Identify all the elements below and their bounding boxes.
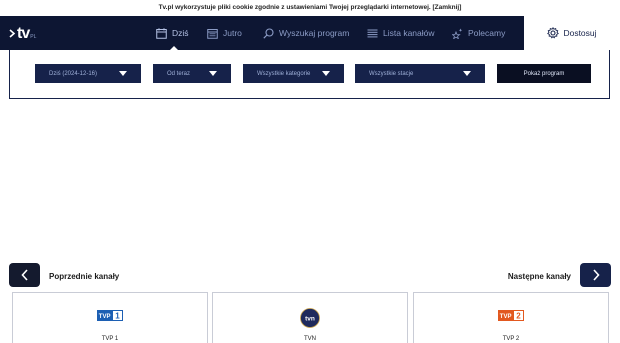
nav-today[interactable]: Dziś — [156, 16, 189, 50]
tvp1-logo-icon: TVP 1 — [97, 310, 123, 321]
category-select[interactable]: Wszystkie kategorie — [243, 64, 344, 83]
nav-search-program[interactable]: Wyszukaj program — [263, 16, 349, 50]
svg-text:2: 2 — [516, 312, 521, 321]
next-channels-button[interactable] — [580, 263, 611, 287]
calendar-icon — [156, 27, 167, 39]
station-select-value: Wszystkie stacje — [369, 70, 414, 77]
channel-name: TVP 1 — [101, 336, 119, 342]
nav-recommended[interactable]: Polecamy — [452, 16, 505, 50]
channel-name: TVN — [304, 336, 316, 342]
chevron-right-icon — [592, 269, 600, 281]
svg-text:tvn: tvn — [305, 315, 315, 322]
cookie-notice: Tv.pl wykorzystuje pliki cookie zgodnie … — [0, 0, 620, 16]
list-icon — [367, 29, 378, 37]
chevron-down-icon — [119, 71, 127, 76]
logo-text: tv — [17, 25, 30, 42]
day-select-value: Dziś (2024-12-16) — [49, 70, 98, 77]
search-icon — [263, 27, 274, 39]
cookie-message: Tv.pl wykorzystuje pliki cookie zgodnie … — [158, 4, 431, 11]
station-select[interactable]: Wszystkie stacje — [355, 64, 485, 83]
channel-name: TVP 2 — [502, 336, 520, 342]
svg-text:TVP: TVP — [500, 314, 512, 320]
customize-label: Dostosuj — [563, 28, 597, 38]
chevron-down-icon — [463, 71, 471, 76]
filter-panel: Dziś (2024-12-16) Od teraz Wszystkie kat… — [9, 50, 610, 99]
category-select-value: Wszystkie kategorie — [257, 70, 311, 77]
channel-card-tvp2[interactable]: TVP 2 TVP 2 — [413, 292, 609, 343]
logo-suffix: PL — [30, 34, 37, 40]
channel-card-tvp1[interactable]: TVP 1 TVP 1 — [12, 292, 208, 343]
svg-text:TVP: TVP — [99, 314, 111, 320]
logo-arrow-icon — [9, 29, 16, 38]
chevron-down-icon — [322, 71, 330, 76]
chevron-down-icon — [209, 71, 217, 76]
tvp2-logo-icon: TVP 2 — [498, 310, 524, 321]
channel-card-tvn[interactable]: tvn TVN — [212, 292, 408, 343]
time-select[interactable]: Od teraz — [153, 64, 231, 83]
calendar-icon — [207, 28, 218, 39]
nav-recommended-label: Polecamy — [468, 28, 506, 38]
top-navbar: tv PL Dziś Jutro Wyszukaj program Lista … — [0, 16, 620, 50]
nav-channel-list-label: Lista kanałów — [383, 28, 435, 38]
customize-button[interactable]: Dostosuj — [524, 16, 620, 50]
nav-tomorrow-label: Jutro — [223, 28, 242, 38]
gear-icon — [547, 27, 560, 39]
svg-text:1: 1 — [115, 312, 120, 321]
cookie-close-link[interactable]: [Zamknij] — [433, 4, 462, 11]
time-select-value: Od teraz — [167, 70, 191, 77]
stars-icon — [452, 28, 463, 39]
next-channels-label[interactable]: Następne kanały — [508, 272, 571, 281]
previous-channels-label[interactable]: Poprzednie kanały — [49, 272, 119, 281]
nav-channel-list[interactable]: Lista kanałów — [367, 16, 435, 50]
show-program-button[interactable]: Pokaż program — [497, 64, 591, 83]
day-select[interactable]: Dziś (2024-12-16) — [35, 64, 141, 83]
nav-tomorrow[interactable]: Jutro — [207, 16, 242, 50]
nav-today-label: Dziś — [172, 28, 189, 38]
previous-channels-button[interactable] — [9, 263, 40, 287]
chevron-left-icon — [20, 269, 28, 281]
nav-search-program-label: Wyszukaj program — [279, 28, 350, 38]
site-logo[interactable]: tv PL — [9, 24, 36, 42]
tvn-logo-icon: tvn — [300, 308, 320, 328]
